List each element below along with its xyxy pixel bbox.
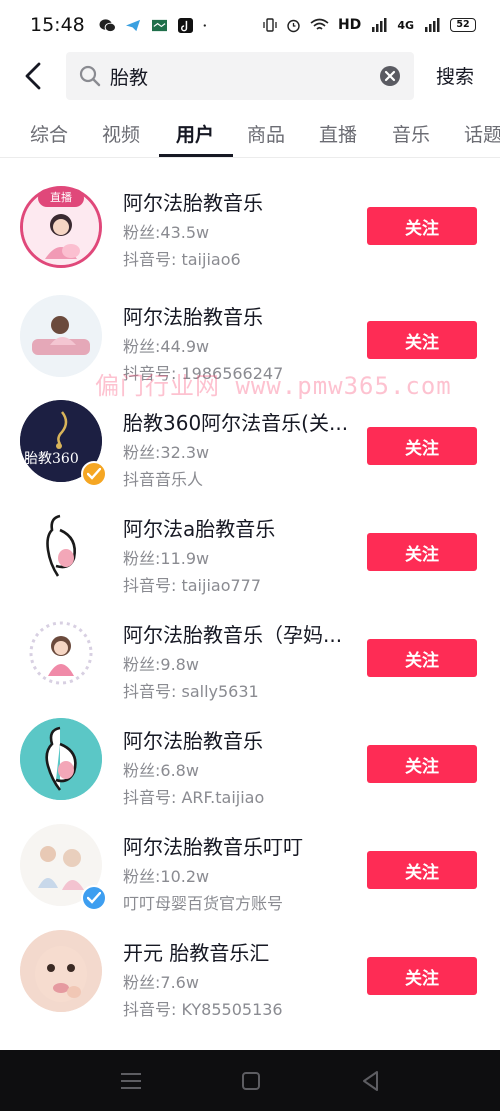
avatar-image [20, 506, 102, 588]
live-badge: 直播 [38, 189, 84, 207]
search-submit-button[interactable]: 搜索 [436, 62, 474, 89]
clear-icon[interactable] [378, 64, 402, 88]
wifi-icon [310, 18, 329, 30]
search-icon [78, 64, 102, 88]
network-label: 4G [397, 18, 414, 32]
user-fans: 粉丝:44.9w [123, 337, 210, 356]
avatar[interactable] [20, 930, 102, 1012]
tab-videos[interactable]: 视频 [102, 120, 140, 147]
alarm-icon [287, 19, 300, 32]
user-row[interactable]: 直播 阿尔法胎教音乐 粉丝:43.5w 抖音号: taijiao6 关注 [0, 159, 500, 269]
signal-icon [372, 18, 387, 32]
user-row[interactable]: 阿尔法胎教音乐 粉丝:44.9w 抖音号: 1986566247 关注 [0, 273, 500, 383]
verified-badge-icon [81, 461, 107, 487]
user-name[interactable]: 阿尔法胎教音乐 [123, 187, 263, 216]
tab-live[interactable]: 直播 [319, 120, 357, 147]
user-name[interactable]: 开元 胎教音乐汇 [123, 937, 269, 966]
user-fans: 粉丝:11.9w [123, 549, 210, 568]
user-fans: 粉丝:9.8w [123, 655, 199, 674]
back-triangle-icon[interactable] [358, 1068, 384, 1094]
system-nav-bar [0, 1050, 500, 1111]
user-row[interactable]: 阿尔法胎教音乐（孕妈... 粉丝:9.8w 抖音号: sally5631 关注 [0, 591, 500, 701]
wechat-icon [99, 18, 116, 32]
tiktok-icon [177, 17, 193, 33]
hd-label: HD [337, 17, 362, 33]
search-query-text[interactable]: 胎教 [110, 63, 378, 90]
user-fans: 粉丝:10.2w [123, 867, 210, 886]
user-name[interactable]: 阿尔法胎教音乐叮叮 [123, 831, 303, 860]
avatar[interactable] [20, 612, 102, 694]
back-arrow-icon [25, 62, 41, 90]
back-button[interactable] [14, 56, 54, 96]
avatar[interactable] [20, 506, 102, 588]
status-right-icons: HD 4G 52 [263, 17, 476, 33]
active-tab-indicator [159, 154, 233, 157]
app-notification-icon [151, 19, 167, 31]
avatar-image [20, 930, 102, 1012]
follow-button[interactable]: 关注 [367, 321, 477, 359]
follow-button[interactable]: 关注 [367, 533, 477, 571]
user-id: 抖音号: taijiao6 [123, 250, 241, 269]
user-name[interactable]: 胎教360阿尔法音乐(关... [123, 407, 348, 436]
status-time: 15:48 [30, 14, 85, 36]
avatar-image [20, 295, 102, 377]
follow-button[interactable]: 关注 [367, 207, 477, 245]
search-result-tabs: 综合 视频 用户 商品 直播 音乐 话题 [0, 110, 500, 158]
search-header: 胎教 搜索 [0, 50, 500, 102]
user-row[interactable]: 开元 胎教音乐汇 粉丝:7.6w 抖音号: KY85505136 关注 [0, 909, 500, 1019]
avatar[interactable] [20, 295, 102, 377]
battery-icon: 52 [450, 18, 476, 32]
home-icon[interactable] [238, 1068, 264, 1094]
follow-button[interactable]: 关注 [367, 745, 477, 783]
user-name[interactable]: 阿尔法胎教音乐（孕妈... [123, 619, 342, 648]
user-fans: 粉丝:7.6w [123, 973, 199, 992]
tab-music[interactable]: 音乐 [392, 120, 430, 147]
avatar[interactable] [20, 718, 102, 800]
user-name[interactable]: 阿尔法a胎教音乐 [123, 513, 275, 542]
notification-icons [99, 17, 211, 33]
user-row[interactable]: 阿尔法胎教音乐叮叮 粉丝:10.2w 叮叮母婴百货官方账号 关注 [0, 803, 500, 913]
user-name[interactable]: 阿尔法胎教音乐 [123, 301, 263, 330]
tab-users[interactable]: 用户 [176, 120, 214, 147]
user-row[interactable]: 胎教360 胎教360阿尔法音乐(关... 粉丝:32.3w 抖音音乐人 关注 [0, 379, 500, 489]
avatar-text: 胎教360 [24, 451, 79, 467]
follow-button[interactable]: 关注 [367, 639, 477, 677]
user-row[interactable]: 阿尔法胎教音乐 粉丝:6.8w 抖音号: ARF.taijiao 关注 [0, 697, 500, 807]
tab-products[interactable]: 商品 [247, 120, 285, 147]
status-bar: 15:48 HD 4G 52 [0, 0, 500, 50]
vibrate-icon [263, 18, 277, 32]
search-input[interactable]: 胎教 [66, 52, 414, 100]
user-row[interactable]: 阿尔法a胎教音乐 粉丝:11.9w 抖音号: taijiao777 关注 [0, 485, 500, 595]
user-fans: 粉丝:32.3w [123, 443, 210, 462]
avatar-image [20, 718, 102, 800]
follow-button[interactable]: 关注 [367, 957, 477, 995]
tab-comprehensive[interactable]: 综合 [30, 120, 68, 147]
user-fans: 粉丝:6.8w [123, 761, 199, 780]
user-fans: 粉丝:43.5w [123, 223, 210, 242]
tab-topics[interactable]: 话题 [464, 120, 500, 147]
follow-button[interactable]: 关注 [367, 851, 477, 889]
more-dot-icon [203, 23, 206, 27]
user-id: 抖音号: KY85505136 [123, 1000, 283, 1019]
verified-badge-icon [81, 885, 107, 911]
user-name[interactable]: 阿尔法胎教音乐 [123, 725, 263, 754]
avatar-image [29, 621, 93, 685]
follow-button[interactable]: 关注 [367, 427, 477, 465]
menu-icon[interactable] [118, 1068, 144, 1094]
signal-icon-2 [425, 18, 440, 32]
telegram-icon [125, 19, 140, 31]
